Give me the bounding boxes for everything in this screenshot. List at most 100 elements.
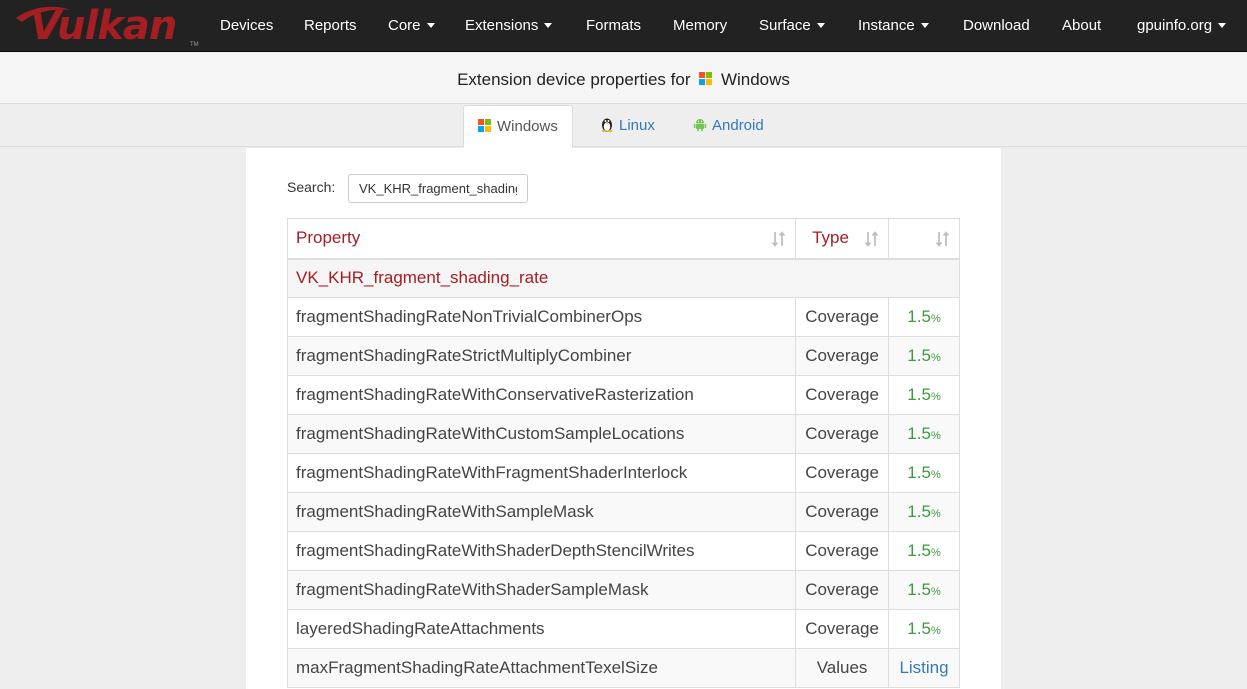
nav-item-label: Download (963, 17, 1030, 34)
nav-item-label: Extensions (465, 17, 539, 34)
column-header-property[interactable]: Property (286, 218, 797, 260)
value-text: Listing (899, 658, 949, 677)
nav-item-surface[interactable]: Surface (759, 0, 825, 52)
sort-icon (935, 231, 950, 247)
nav-item-reports[interactable]: Reports (304, 0, 357, 52)
property-type: Coverage (795, 297, 890, 337)
table-row: fragmentShadingRateWithShaderSampleMask C… (286, 570, 960, 610)
nav-item-label: Devices (220, 17, 274, 34)
property-name: fragmentShadingRateWithSampleMask (286, 492, 797, 532)
content-panel: Search: Property Type (246, 148, 1001, 689)
table-row: fragmentShadingRateStrictMultiplyCombine… (286, 336, 960, 376)
coverage-value[interactable]: 1.5% (888, 375, 960, 415)
tab-label: Windows (497, 118, 558, 135)
table-row: fragmentShadingRateWithFragmentShaderInt… (286, 453, 960, 493)
value-unit: % (930, 313, 941, 325)
value-unit: % (930, 469, 941, 481)
tab-linux[interactable]: Linux (586, 105, 669, 147)
table-row: fragmentShadingRateWithConservativeRaste… (286, 375, 960, 415)
search-input[interactable] (348, 174, 528, 203)
value-unit: % (930, 430, 941, 442)
table-row: maxFragmentShadingRateAttachmentTexelSiz… (286, 648, 960, 688)
tab-windows[interactable]: Windows (463, 105, 573, 148)
coverage-value[interactable]: 1.5% (888, 297, 960, 337)
caret-down-icon (816, 22, 825, 28)
coverage-value[interactable]: 1.5% (888, 531, 960, 571)
nav-item-about[interactable]: About (1062, 0, 1101, 52)
tab-label: Linux (619, 117, 655, 134)
value-text: 1.5 (907, 580, 931, 599)
value-text: 1.5 (907, 619, 931, 638)
property-name: maxFragmentShadingRateAttachmentTexelSiz… (286, 648, 797, 688)
caret-down-icon (426, 22, 435, 28)
value-text: 1.5 (907, 541, 931, 560)
page-title: Extension device properties for Windows (0, 70, 1247, 90)
nav-item-devices[interactable]: Devices (220, 0, 273, 52)
vulkan-logo[interactable]: Vulkan TM (12, 3, 199, 49)
value-unit: % (930, 352, 941, 364)
nav-item-label: Reports (304, 17, 357, 34)
property-type: Coverage (795, 414, 890, 454)
property-name: fragmentShadingRateWithFragmentShaderInt… (286, 453, 797, 493)
value-unit: % (930, 586, 941, 598)
android-robot-icon (693, 107, 707, 132)
value-text: 1.5 (907, 385, 931, 404)
property-name: fragmentShadingRateStrictMultiplyCombine… (286, 336, 797, 376)
property-type: Coverage (795, 492, 890, 532)
nav-item-label: Formats (586, 17, 642, 34)
caret-down-icon (544, 22, 553, 28)
column-header-value[interactable] (888, 218, 960, 260)
nav-item-instance[interactable]: Instance (858, 0, 929, 52)
property-type: Coverage (795, 336, 890, 376)
property-type: Values (795, 648, 890, 688)
nav-item-core[interactable]: Core (388, 0, 435, 52)
value-text: 1.5 (907, 502, 931, 521)
column-header-label: Type (812, 228, 849, 248)
nav-item-label: Surface (759, 17, 811, 34)
value-text: 1.5 (907, 307, 931, 326)
property-name: fragmentShadingRateWithShaderDepthStenci… (286, 531, 797, 571)
coverage-value[interactable]: 1.5% (888, 570, 960, 610)
column-header-type[interactable]: Type (795, 218, 890, 260)
nav-item-formats[interactable]: Formats (586, 0, 641, 52)
nav-item-gpuinfo-org[interactable]: gpuinfo.org (1137, 0, 1227, 52)
coverage-value[interactable]: 1.5% (888, 492, 960, 532)
coverage-value[interactable]: 1.5% (888, 414, 960, 454)
nav-item-download[interactable]: Download (963, 0, 1030, 52)
column-header-label: Property (296, 228, 361, 248)
table-row: fragmentShadingRateWithSampleMask Coverag… (286, 492, 960, 532)
page-title-platform: Windows (720, 70, 790, 89)
table-row: fragmentShadingRateNonTrivialCombinerOps… (286, 297, 960, 337)
top-navbar: Vulkan TM Devices Reports Core Extensions Fo… (0, 0, 1247, 52)
property-name: layeredShadingRateAttachments (286, 609, 797, 649)
value-unit: % (930, 508, 941, 520)
table-row: fragmentShadingRateWithCustomSampleLocat… (286, 414, 960, 454)
tab-android[interactable]: Android (679, 105, 778, 147)
nav-item-label: Core (388, 17, 421, 34)
property-type: Coverage (795, 609, 890, 649)
caret-down-icon (920, 22, 929, 28)
property-type: Coverage (795, 453, 890, 493)
coverage-value[interactable]: 1.5% (888, 609, 960, 649)
value-unit: % (930, 391, 941, 403)
coverage-value[interactable]: 1.5% (888, 453, 960, 493)
platform-tabs: Windows Linux Android (0, 105, 1247, 148)
nav-item-extensions[interactable]: Extensions (465, 0, 553, 52)
value-text: 1.5 (907, 424, 931, 443)
table-row: fragmentShadingRateWithShaderDepthStenci… (286, 531, 960, 571)
property-type: Coverage (795, 375, 890, 415)
windows-logo-icon (478, 119, 492, 133)
logo-text: Vulkan (30, 3, 177, 49)
caret-down-icon (1218, 22, 1227, 28)
properties-table: Property Type VK_KHR_fragment_shading_ra… (286, 218, 960, 688)
tab-label: Android (712, 117, 764, 134)
coverage-value[interactable]: 1.5% (888, 336, 960, 376)
value-text: 1.5 (907, 463, 931, 482)
property-name: fragmentShadingRateWithConservativeRaste… (286, 375, 797, 415)
listing-link[interactable]: Listing (888, 648, 960, 688)
property-type: Coverage (795, 570, 890, 610)
page-header: Extension device properties for Windows (0, 53, 1247, 104)
group-label: VK_KHR_fragment_shading_rate (287, 258, 960, 298)
nav-item-label: About (1062, 17, 1102, 34)
nav-item-memory[interactable]: Memory (673, 0, 727, 52)
